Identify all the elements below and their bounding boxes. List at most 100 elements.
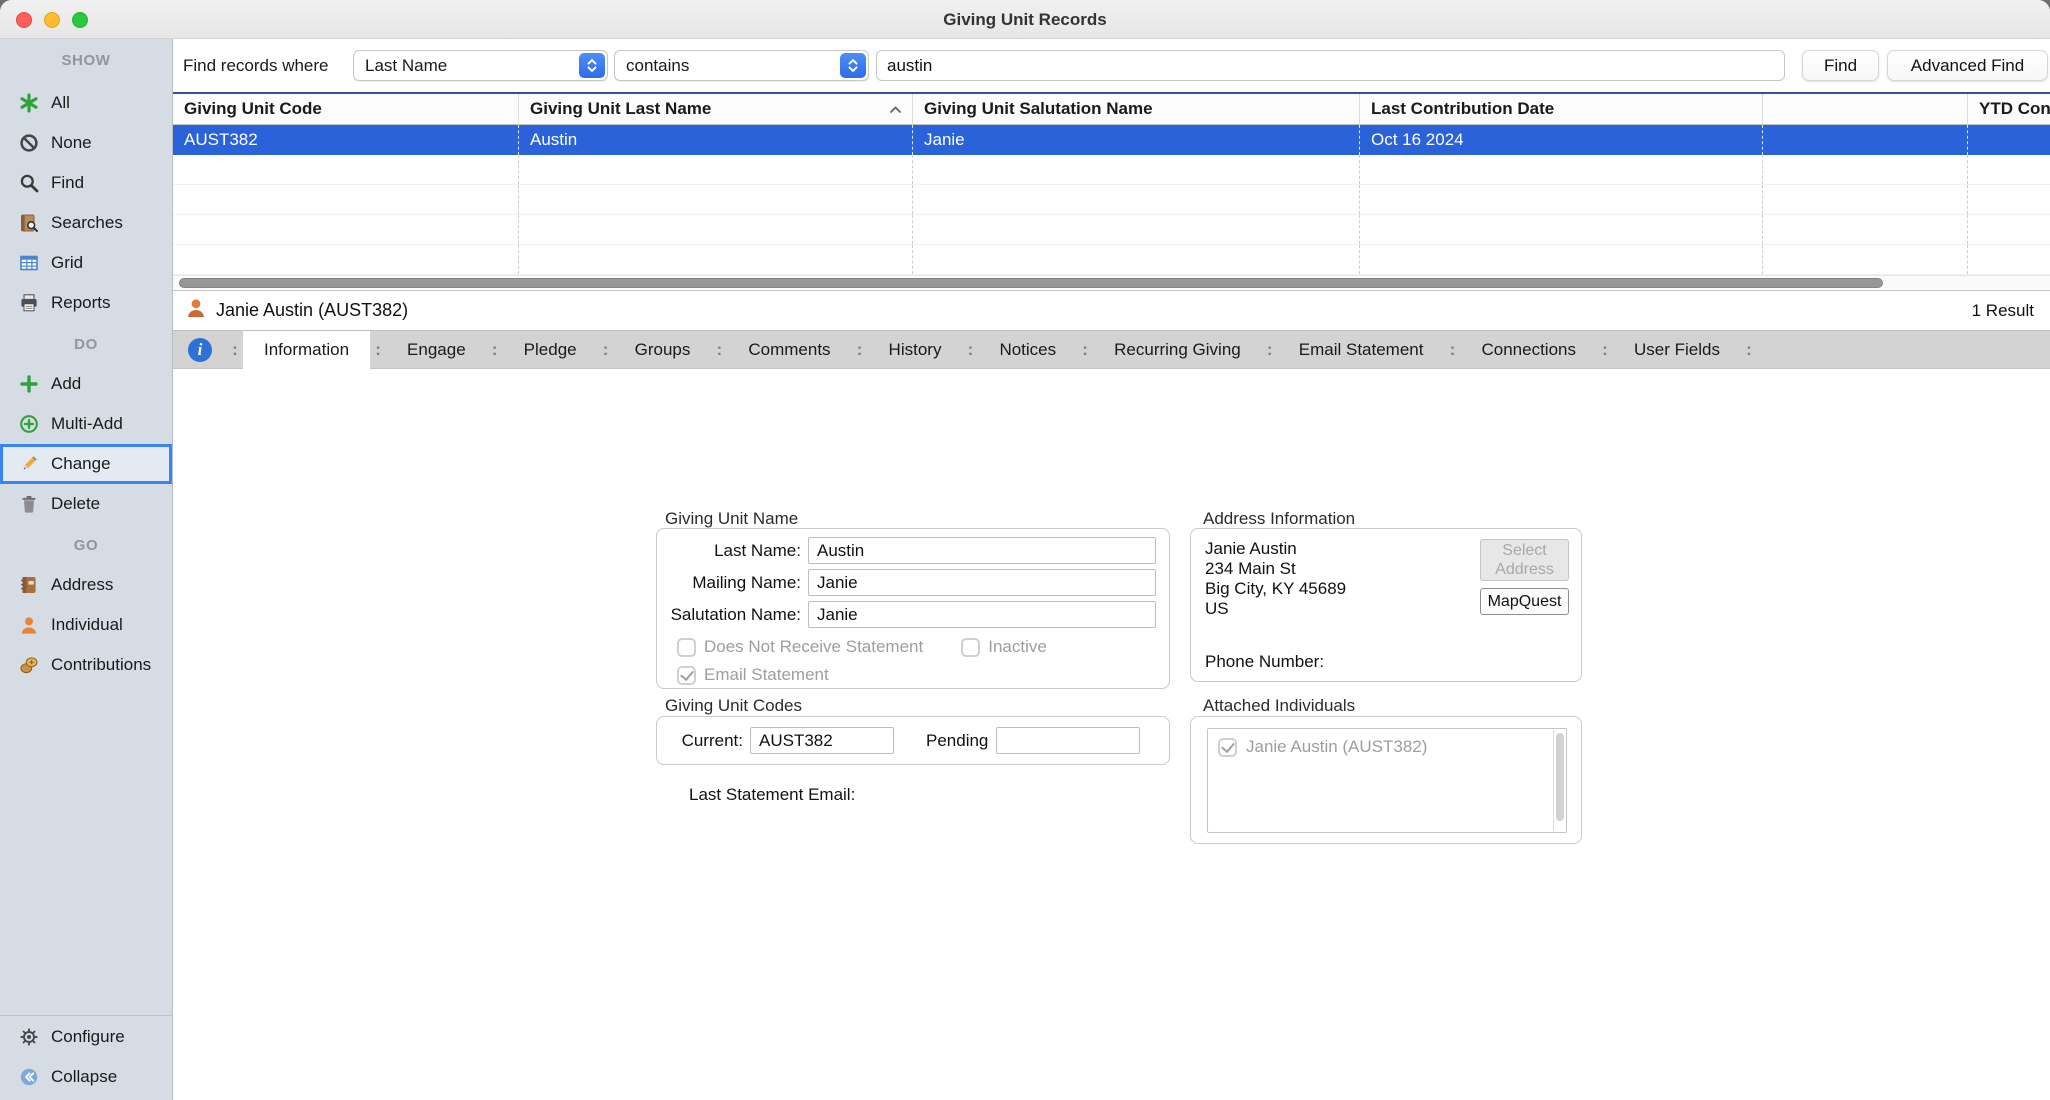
- sidebar-item-configure[interactable]: Configure: [0, 1017, 172, 1057]
- tab-separator: [1444, 331, 1460, 369]
- advanced-find-button[interactable]: Advanced Find: [1887, 50, 2048, 81]
- pending-code-field[interactable]: [996, 727, 1140, 754]
- giving-unit-name-title: Giving Unit Name: [665, 509, 798, 529]
- table-row-empty: [173, 245, 2050, 275]
- sidebar-item-add[interactable]: Add: [0, 364, 172, 404]
- attached-individuals-listbox[interactable]: Janie Austin (AUST382): [1207, 728, 1567, 833]
- sidebar-item-label: Grid: [51, 253, 83, 273]
- tab-comments[interactable]: Comments: [727, 331, 851, 369]
- sidebar-item-label: None: [51, 133, 92, 153]
- vertical-scrollbar-thumb[interactable]: [1556, 733, 1564, 821]
- sidebar-item-label: Find: [51, 173, 84, 193]
- does-not-receive-statement-checkbox[interactable]: [677, 638, 696, 657]
- list-item[interactable]: Janie Austin (AUST382): [1208, 729, 1566, 765]
- does-not-receive-statement-label: Does Not Receive Statement: [704, 637, 923, 657]
- sidebar-item-grid[interactable]: Grid: [0, 243, 172, 283]
- giving-unit-codes-title: Giving Unit Codes: [665, 696, 802, 716]
- tab-engage[interactable]: Engage: [386, 331, 487, 369]
- record-header: Janie Austin (AUST382) 1 Result: [173, 290, 2050, 330]
- tab-information[interactable]: Information: [243, 331, 370, 369]
- find-button[interactable]: Find: [1802, 50, 1879, 81]
- tab-history[interactable]: History: [868, 331, 963, 369]
- column-header-last-contribution-date[interactable]: Last Contribution Date: [1360, 94, 1763, 124]
- tab-pledge[interactable]: Pledge: [503, 331, 598, 369]
- tab-separator: [370, 331, 386, 369]
- tab-separator: [1597, 331, 1613, 369]
- tab-separator: [1077, 331, 1093, 369]
- tab-separator: [1741, 331, 1757, 369]
- address-information-title: Address Information: [1203, 509, 1355, 529]
- tab-groups[interactable]: Groups: [614, 331, 712, 369]
- inactive-checkbox[interactable]: [961, 638, 980, 657]
- sidebar: SHOW All None Find Searches: [0, 39, 173, 1100]
- table-row-empty: [173, 215, 2050, 245]
- tab-separator: [711, 331, 727, 369]
- mailing-name-label: Mailing Name:: [657, 573, 808, 593]
- horizontal-scrollbar-thumb[interactable]: [179, 278, 1883, 288]
- email-statement-label: Email Statement: [704, 665, 829, 685]
- sidebar-item-all[interactable]: All: [0, 83, 172, 123]
- sidebar-item-label: Contributions: [51, 655, 151, 675]
- column-header-blank[interactable]: [1763, 94, 1968, 124]
- tab-user-fields[interactable]: User Fields: [1613, 331, 1741, 369]
- email-statement-checkbox[interactable]: [677, 666, 696, 685]
- record-title: Janie Austin (AUST382): [216, 300, 408, 321]
- attached-individual-checkbox[interactable]: [1218, 738, 1237, 757]
- table-row-selected[interactable]: AUST382 Austin Janie Oct 16 2024: [173, 125, 2050, 155]
- info-button[interactable]: i: [173, 331, 227, 369]
- column-header-giving-unit-salutation-name[interactable]: Giving Unit Salutation Name: [913, 94, 1360, 124]
- dropdown-chevrons-icon: [840, 53, 866, 78]
- mailing-name-field[interactable]: [808, 569, 1156, 596]
- sidebar-item-multi-add[interactable]: Multi-Add: [0, 404, 172, 444]
- tab-recurring-giving[interactable]: Recurring Giving: [1093, 331, 1262, 369]
- asterisk-icon: [18, 92, 40, 114]
- coins-icon: [18, 654, 40, 676]
- select-address-button[interactable]: Select Address: [1480, 539, 1569, 581]
- sidebar-item-change[interactable]: Change: [0, 444, 172, 484]
- mapquest-button[interactable]: MapQuest: [1480, 588, 1569, 615]
- sidebar-item-label: Multi-Add: [51, 414, 123, 434]
- sidebar-section-show: SHOW: [0, 45, 172, 75]
- cell-last-name: Austin: [519, 125, 913, 155]
- sidebar-item-searches[interactable]: Searches: [0, 203, 172, 243]
- main-area: Find records where Last Name contains Fi…: [173, 39, 2050, 1100]
- sort-ascending-icon: [889, 99, 902, 119]
- sidebar-item-reports[interactable]: Reports: [0, 283, 172, 323]
- tab-connections[interactable]: Connections: [1460, 331, 1597, 369]
- column-header-giving-unit-code[interactable]: Giving Unit Code: [173, 94, 519, 124]
- table-row-empty: [173, 185, 2050, 215]
- operator-dropdown-value: contains: [626, 56, 689, 76]
- tab-notices[interactable]: Notices: [978, 331, 1077, 369]
- sidebar-item-address[interactable]: Address: [0, 565, 172, 605]
- sidebar-item-collapse[interactable]: Collapse: [0, 1057, 172, 1097]
- pencil-icon: [18, 453, 40, 475]
- tab-separator: [962, 331, 978, 369]
- table-header-row: Giving Unit Code Giving Unit Last Name G…: [173, 94, 2050, 125]
- sidebar-item-contributions[interactable]: Contributions: [0, 645, 172, 685]
- sidebar-item-delete[interactable]: Delete: [0, 484, 172, 524]
- current-code-field[interactable]: [750, 727, 894, 754]
- last-name-field[interactable]: [808, 537, 1156, 564]
- no-entry-icon: [18, 132, 40, 154]
- search-input[interactable]: [876, 50, 1785, 81]
- dropdown-chevrons-icon: [579, 53, 605, 78]
- sidebar-section-go: GO: [0, 530, 172, 560]
- person-icon: [18, 614, 40, 636]
- sidebar-item-individual[interactable]: Individual: [0, 605, 172, 645]
- column-header-giving-unit-last-name[interactable]: Giving Unit Last Name: [519, 94, 913, 124]
- tab-email-statement[interactable]: Email Statement: [1278, 331, 1445, 369]
- field-dropdown[interactable]: Last Name: [353, 50, 608, 81]
- last-statement-email-label: Last Statement Email:: [689, 785, 855, 805]
- inactive-label: Inactive: [988, 637, 1047, 657]
- salutation-name-field[interactable]: [808, 601, 1156, 628]
- tab-separator: [852, 331, 868, 369]
- last-name-label: Last Name:: [657, 541, 808, 561]
- horizontal-scrollbar-track: [173, 275, 2050, 290]
- sidebar-item-find[interactable]: Find: [0, 163, 172, 203]
- sidebar-item-none[interactable]: None: [0, 123, 172, 163]
- tab-separator: [227, 331, 243, 369]
- operator-dropdown[interactable]: contains: [614, 50, 869, 81]
- column-header-ytd-contributions[interactable]: YTD Contri: [1968, 94, 2050, 124]
- current-code-label: Current:: [657, 731, 750, 751]
- cell-last-contribution-date: Oct 16 2024: [1360, 125, 1763, 155]
